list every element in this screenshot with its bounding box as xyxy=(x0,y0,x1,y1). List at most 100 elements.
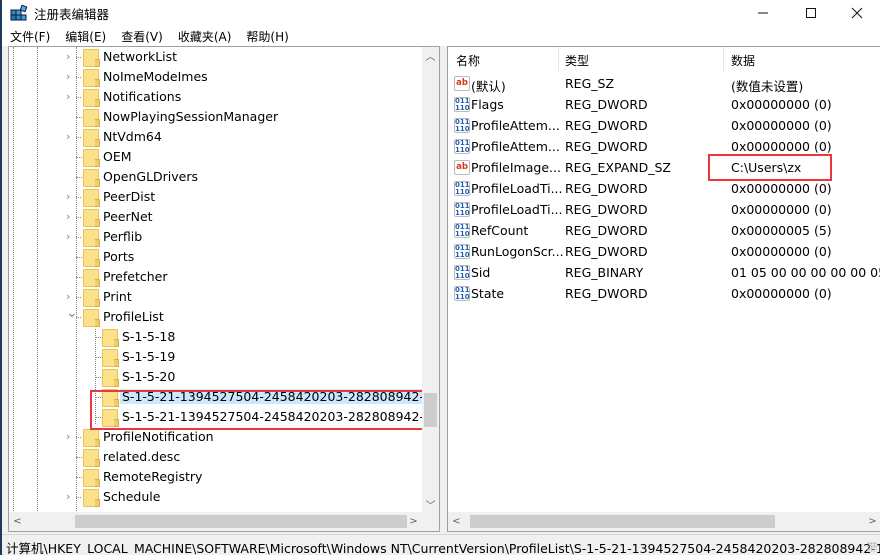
tree-item[interactable]: › PeerDist xyxy=(9,187,423,207)
values-horizontal-scrollbar[interactable]: < > xyxy=(448,512,880,531)
value-data: 0x00000000 (0) xyxy=(731,97,832,112)
folder-icon xyxy=(83,269,100,287)
tree-item-label: Perflib xyxy=(103,229,143,244)
expand-chevron-icon[interactable]: › xyxy=(66,190,76,204)
expand-chevron-icon[interactable]: › xyxy=(66,90,76,104)
value-type: REG_DWORD xyxy=(565,202,648,217)
values-hscroll-thumb[interactable] xyxy=(470,515,775,528)
close-button[interactable] xyxy=(834,0,880,26)
tree-item[interactable]: Ports xyxy=(9,247,423,267)
tree-vertical-scrollbar[interactable]: ︿ ﹀ xyxy=(422,47,439,513)
value-row[interactable]: 011 110 State REG_DWORD 0x00000000 (0) xyxy=(448,283,880,304)
maximize-button[interactable] xyxy=(788,0,834,26)
tree-hscroll-thumb[interactable] xyxy=(75,515,407,528)
tree-item[interactable]: NowPlayingSessionManager xyxy=(9,107,423,127)
window-title: 注册表编辑器 xyxy=(34,7,110,22)
folder-icon xyxy=(83,249,100,267)
tree-item[interactable]: › NtVdm64 xyxy=(9,127,423,147)
folder-icon xyxy=(83,429,100,447)
value-data: 0x00000000 (0) xyxy=(731,202,832,217)
tree-item[interactable]: › Perflib xyxy=(9,227,423,247)
expand-chevron-icon[interactable]: › xyxy=(66,210,76,224)
minimize-icon xyxy=(758,12,768,14)
tree-item[interactable]: RemoteRegistry xyxy=(9,467,423,487)
tree-item-label: NoImeModeImes xyxy=(103,69,208,84)
value-name: RunLogonScr... xyxy=(471,244,564,259)
expand-chevron-icon[interactable]: › xyxy=(66,290,76,304)
value-data: 0x00000000 (0) xyxy=(731,181,832,196)
tree-item[interactable]: ⌄ ProfileList xyxy=(9,306,423,327)
value-row[interactable]: 011 110 Flags REG_DWORD 0x00000000 (0) xyxy=(448,94,880,115)
tree-item[interactable]: › Schedule xyxy=(9,487,423,507)
expand-chevron-icon[interactable]: › xyxy=(66,70,76,84)
value-name: ProfileAttem... xyxy=(471,139,560,154)
value-type: REG_DWORD xyxy=(565,97,648,112)
expand-chevron-icon[interactable]: › xyxy=(66,50,76,64)
menu-file[interactable]: 文件(F) xyxy=(2,26,57,46)
expand-chevron-icon[interactable]: › xyxy=(66,230,76,244)
scroll-down-icon[interactable]: ﹀ xyxy=(422,496,439,513)
highlight-box-sid-keys xyxy=(90,390,430,430)
scroll-right-icon[interactable]: > xyxy=(864,513,880,530)
tree-item[interactable]: S-1-5-20 xyxy=(9,367,423,387)
highlight-box-profile-image-path xyxy=(708,154,832,181)
tree-item[interactable]: OEM xyxy=(9,147,423,167)
tree-horizontal-scrollbar[interactable]: < > xyxy=(9,512,439,531)
resize-grip-icon[interactable] xyxy=(867,542,877,552)
column-type[interactable]: 类型 xyxy=(565,52,589,69)
tree-item[interactable]: Prefetcher xyxy=(9,267,423,287)
tree-item-label: NowPlayingSessionManager xyxy=(103,109,279,124)
value-row[interactable]: ab (默认) REG_SZ (数值未设置) xyxy=(448,73,880,94)
collapse-chevron-icon[interactable]: ⌄ xyxy=(66,306,78,320)
tree-item[interactable]: › PeerNet xyxy=(9,207,423,227)
tree-item[interactable]: S-1-5-18 xyxy=(9,327,423,347)
value-data: 0x00000000 (0) xyxy=(731,286,832,301)
tree-item[interactable]: › NetworkList xyxy=(9,47,423,67)
tree-item[interactable]: related.desc xyxy=(9,447,423,467)
value-row[interactable]: 011 110 RefCount REG_DWORD 0x00000005 (5) xyxy=(448,220,880,241)
tree-item[interactable]: › Notifications xyxy=(9,87,423,107)
tree-item-label: Prefetcher xyxy=(103,269,168,284)
menu-edit[interactable]: 编辑(E) xyxy=(57,26,113,46)
folder-icon xyxy=(83,229,100,247)
minimize-button[interactable] xyxy=(740,0,786,26)
tree-item-label: S-1-5-20 xyxy=(122,369,176,384)
value-name: Flags xyxy=(471,97,504,112)
binary-value-icon: 011 110 xyxy=(454,97,470,112)
tree-item[interactable]: › ProfileNotification xyxy=(9,427,423,447)
scroll-left-icon[interactable]: < xyxy=(9,513,26,530)
value-data: (数值未设置) xyxy=(731,79,804,94)
expand-chevron-icon[interactable]: › xyxy=(66,130,76,144)
tree-vscroll-thumb[interactable] xyxy=(424,393,437,427)
scroll-left-icon[interactable]: < xyxy=(448,513,465,530)
folder-icon xyxy=(83,69,100,87)
column-data[interactable]: 数据 xyxy=(731,52,755,69)
value-row[interactable]: 011 110 RunLogonScr... REG_DWORD 0x00000000 … xyxy=(448,241,880,262)
menu-favorites[interactable]: 收藏夹(A) xyxy=(170,26,239,46)
status-bar: 计算机\HKEY_LOCAL_MACHINE\SOFTWARE\Microsof… xyxy=(2,534,880,555)
scroll-right-icon[interactable]: > xyxy=(405,513,422,530)
binary-value-icon: 011 110 xyxy=(454,202,470,217)
value-row[interactable]: 011 110 ProfileLoadTi... REG_DWORD 0x0000000… xyxy=(448,178,880,199)
column-name[interactable]: 名称 xyxy=(456,52,480,69)
tree-item[interactable]: › Print xyxy=(9,287,423,307)
value-row[interactable]: 011 110 Sid REG_BINARY 01 05 00 00 00 00 00 … xyxy=(448,262,880,283)
folder-icon xyxy=(83,49,100,67)
value-row[interactable]: 011 110 ProfileAttem... REG_DWORD 0x00000000… xyxy=(448,115,880,136)
expand-chevron-icon[interactable]: › xyxy=(66,430,76,444)
scroll-up-icon[interactable]: ︿ xyxy=(422,47,439,64)
folder-icon xyxy=(102,369,119,387)
tree-item-label: S-1-5-19 xyxy=(122,349,176,364)
tree-item[interactable]: S-1-5-19 xyxy=(9,347,423,367)
value-data: 01 05 00 00 00 00 00 05 15 xyxy=(731,265,880,280)
tree-item-label: ProfileList xyxy=(103,309,164,324)
menu-view[interactable]: 查看(V) xyxy=(113,26,170,46)
tree-item[interactable]: OpenGLDrivers xyxy=(9,167,423,187)
expand-chevron-icon[interactable]: › xyxy=(66,490,76,504)
menu-help[interactable]: 帮助(H) xyxy=(238,26,295,46)
tree-item[interactable]: › NoImeModeImes xyxy=(9,67,423,87)
value-row[interactable]: 011 110 ProfileLoadTi... REG_DWORD 0x0000000… xyxy=(448,199,880,220)
folder-icon xyxy=(83,189,100,207)
value-type: REG_SZ xyxy=(565,76,615,91)
maximize-icon xyxy=(806,8,816,18)
